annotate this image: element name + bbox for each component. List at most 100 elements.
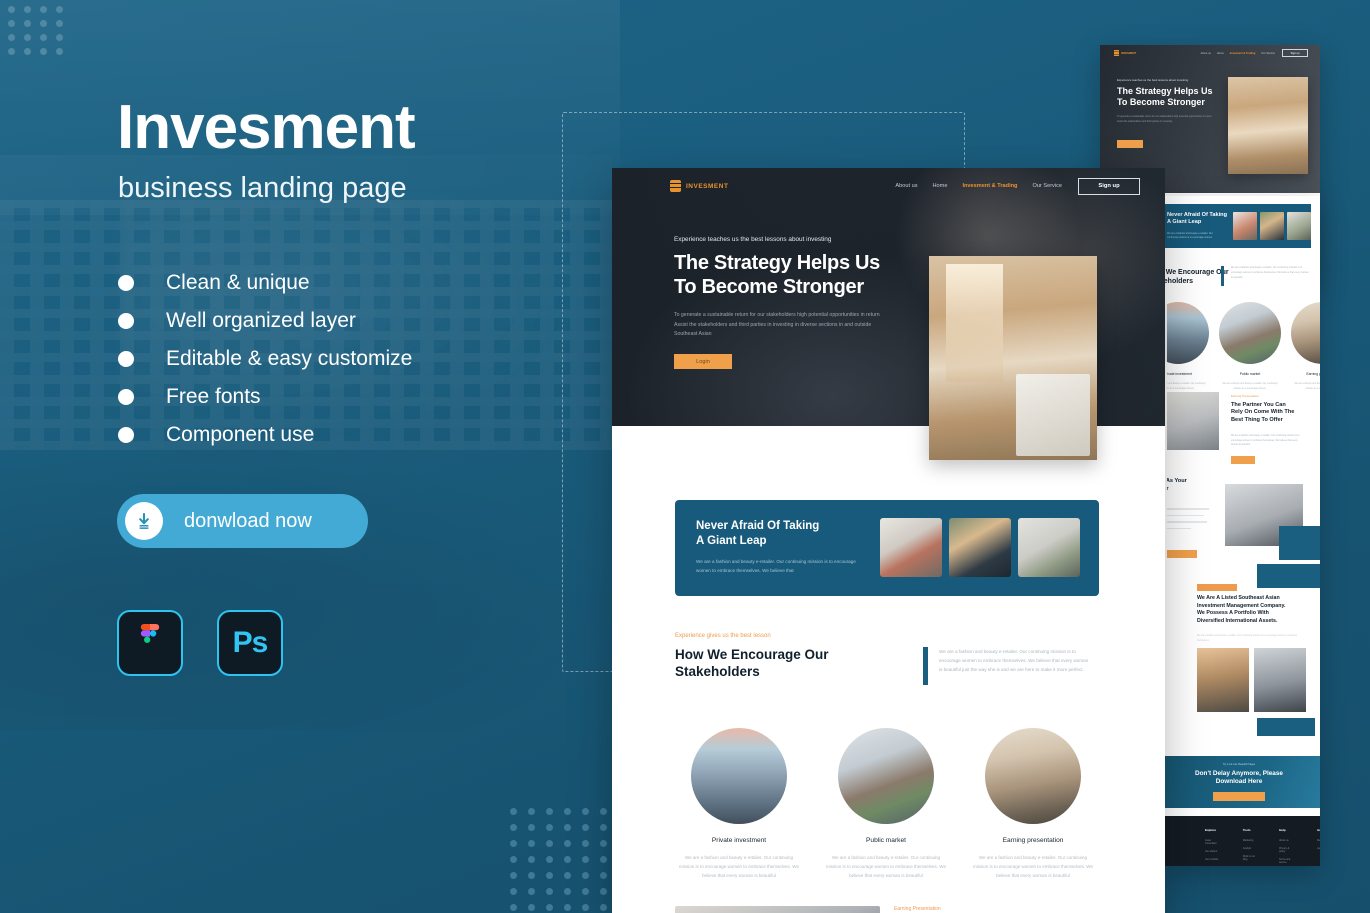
card-photo <box>1163 302 1209 364</box>
thumbnail-photo <box>1287 212 1311 240</box>
card-photo <box>838 728 934 824</box>
footer-column: Tools Marketing Analytic Work in our blog <box>1243 828 1257 866</box>
listed-paragraph: We are a fashion and beauty e-retailer. … <box>1197 635 1298 642</box>
footer-column: Account Register Login <box>1317 828 1320 866</box>
mockup-top-heading: The Strategy Helps Us To Become Stronger <box>1117 86 1227 108</box>
footer-link[interactable]: Our portfolio <box>1205 858 1221 861</box>
coins-icon <box>670 180 681 192</box>
listed-gallery <box>1197 648 1306 712</box>
decorative-square <box>1257 718 1315 736</box>
brand-logo[interactable]: INVESMENT <box>670 180 728 192</box>
mockup-preview-main[interactable]: INVESMENT About us Home Invesment & Tradin… <box>612 168 1165 913</box>
mockup-right-footer: The ExploreAsset ConsultantOur advisorOu… <box>1163 816 1320 866</box>
thumbnail-photo <box>1233 212 1257 240</box>
bullet-icon <box>118 275 134 291</box>
photoshop-icon[interactable]: Ps <box>217 610 283 676</box>
heading-line3: We Possess A Portfolio With <box>1197 610 1269 617</box>
mockup-right-banner-paragraph: We are a fashion and beauty e-retailer. … <box>1167 232 1213 240</box>
card-text: We are a fashion and beauty e-retailer. … <box>1294 383 1320 390</box>
hero-login-button[interactable]: Login <box>674 354 732 370</box>
heading-line2: Investment Management Company. <box>1197 602 1286 609</box>
mockup-top-logo[interactable]: INVESMENT <box>1114 50 1136 56</box>
footer-link[interactable]: Work in our blog <box>1243 855 1257 861</box>
nav-link[interactable]: Invesment & Trading <box>962 183 1017 189</box>
card-title: Earning presentation <box>1002 837 1064 844</box>
nav-link[interactable]: Home <box>933 183 948 189</box>
footer-link[interactable]: Login <box>1317 847 1320 850</box>
building-photo <box>1197 648 1249 712</box>
stakeholder-card[interactable]: Public market We are a fashion and beauty… <box>1219 302 1281 391</box>
stakeholders-section: Experience gives us the best lesson How … <box>675 633 1099 685</box>
footer-column-heading: Tools <box>1242 828 1251 832</box>
feature-item: Free fonts <box>118 378 538 416</box>
footer-link[interactable]: Marketing <box>1243 839 1257 842</box>
mockup-navbar: INVESMENT About us Home Invesment & Tradin… <box>612 168 1165 204</box>
nav-link[interactable]: About us <box>895 183 917 189</box>
mockup-top-signup-button[interactable]: Sign up <box>1282 49 1308 57</box>
nav-link[interactable]: Home <box>1217 52 1224 55</box>
banner-heading-line1: Never Afraid Of Taking <box>696 520 820 532</box>
listed-heading: We Are A Listed Southeast Asian Investme… <box>1197 595 1309 625</box>
hero-text-block: Experience teaches us the best lessons a… <box>674 236 909 370</box>
mockup-right-banner: Never Afraid Of Taking A Giant Leap We a… <box>1163 204 1311 248</box>
cta-heading: Don't Delay Anymore, Please Download Her… <box>1169 770 1309 787</box>
bullet-icon <box>118 427 134 443</box>
feature-item: Component use <box>118 416 538 454</box>
woman-tablet-photo <box>949 518 1011 577</box>
stakeholder-card[interactable]: Earning presentation We are a fashion and… <box>1291 302 1320 391</box>
feature-item: Clean & unique <box>118 264 538 302</box>
stakeholders-heading-line1: How We Encourage Our <box>675 647 829 662</box>
mockup-preview-right-column[interactable]: Never Afraid Of Taking A Giant Leap We a… <box>1163 196 1320 866</box>
become-partner-button[interactable] <box>1163 550 1197 558</box>
footer-link[interactable]: Register <box>1317 839 1320 842</box>
brand-logo-text: INVESMENT <box>686 182 729 190</box>
come-text-lines <box>1163 508 1209 534</box>
mockup-hero-section: INVESMENT About us Home Invesment & Tradin… <box>612 168 1165 460</box>
card-title: Public market <box>866 837 906 844</box>
footer-link[interactable]: About us <box>1279 839 1295 842</box>
office-photo <box>1254 648 1306 712</box>
footer-link[interactable]: Privacy & policy <box>1279 847 1295 853</box>
mockup-right-banner-heading: Never Afraid Of Taking A Giant Leap <box>1167 212 1227 226</box>
monitor-desk-photo <box>1018 518 1080 577</box>
feature-item-label: Editable & easy customize <box>166 347 413 370</box>
bullet-icon <box>118 389 134 405</box>
stakeholders-heading: How We Encourage Our Stakeholders <box>675 646 855 681</box>
footer-link[interactable]: Our advisor <box>1205 850 1221 853</box>
nav-link[interactable]: About us <box>1201 52 1211 55</box>
card-title: Private investment <box>711 837 767 844</box>
stakeholder-card[interactable]: Public market We are a fashion and beauty… <box>822 728 950 880</box>
mockup-top-login-button[interactable] <box>1117 140 1143 148</box>
footer-columns: Explore Asset Consultant Our advisor Our po… <box>1205 828 1320 866</box>
footer-link[interactable]: Terms and service <box>1279 858 1295 864</box>
bottom-eyebrow: Earning Presentation <box>894 906 941 912</box>
feature-item-label: Well organized layer <box>166 309 356 332</box>
nav-link[interactable]: Our Service <box>1032 183 1062 189</box>
bullet-icon <box>118 313 134 329</box>
heading-line1: The Partner You Can <box>1231 402 1286 408</box>
download-button[interactable]: donwload now <box>117 494 368 548</box>
feature-item: Well organized layer <box>118 302 538 340</box>
figma-icon[interactable] <box>117 610 183 676</box>
bullet-icon <box>118 351 134 367</box>
mockup-right-banner-line1: Never Afraid Of Taking <box>1167 212 1227 218</box>
accent-bar <box>1221 266 1224 286</box>
stakeholder-card[interactable]: Private investment We are a fashion and b… <box>675 728 803 880</box>
footer-column-heading: Account <box>1317 828 1320 832</box>
hero-heading-line2: To Become Stronger <box>674 275 864 298</box>
signup-button[interactable]: Sign up <box>1078 177 1140 195</box>
mockup-top-paragraph: To generate a sustainable return for our… <box>1117 115 1212 123</box>
nav-link[interactable]: Our Service <box>1261 52 1275 55</box>
mockup-top-heading-line2: To Become Stronger <box>1117 96 1205 107</box>
cta-eyebrow: Try it out now, Beautiful Pages <box>1222 763 1256 766</box>
stakeholder-card[interactable]: Earning presentation We are a fashion and… <box>969 728 1097 880</box>
partner-read-more-button[interactable] <box>1231 456 1255 464</box>
cta-download-button[interactable] <box>1213 792 1265 801</box>
nav-link[interactable]: Invesment & Trading <box>1230 52 1256 55</box>
footer-column-heading: Explore <box>1205 828 1217 832</box>
footer-link[interactable]: Analytic <box>1243 847 1257 850</box>
footer-link[interactable]: Asset Consultant <box>1205 839 1221 845</box>
hero-eyebrow: Experience teaches us the best lessons a… <box>674 236 832 243</box>
mockup-right-banner-line2: A Giant Leap <box>1167 218 1202 225</box>
stakeholder-card[interactable]: Private investment We are a fashion and b… <box>1163 302 1209 391</box>
